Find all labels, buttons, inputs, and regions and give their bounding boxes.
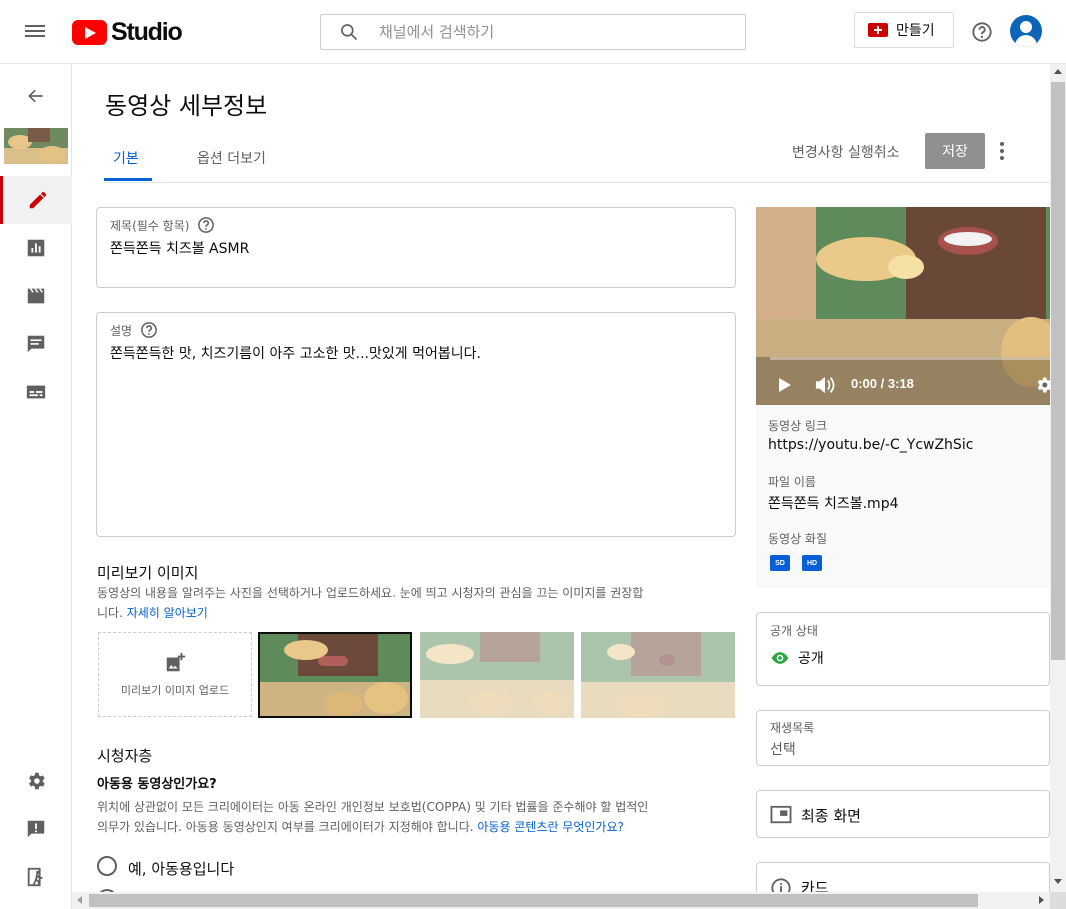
end-screen-icon <box>770 805 792 824</box>
page-title: 동영상 세부정보 <box>105 92 268 120</box>
visibility-selector[interactable]: 공개 상태 공개 <box>756 612 1050 686</box>
title-field[interactable]: 제목(필수 항목) 쫀득쫀득 치즈볼 ASMR <box>96 207 736 288</box>
create-label: 만들기 <box>896 23 935 39</box>
visibility-label: 공개 상태 <box>770 624 818 638</box>
video-time: 0:00 / 3:18 <box>851 376 914 391</box>
sd-badge: SD <box>770 555 790 571</box>
create-button[interactable]: 만들기 <box>854 12 954 48</box>
playlist-label: 재생목록 <box>770 721 815 735</box>
add-photo-icon <box>166 652 186 671</box>
playlist-selector[interactable]: 재생목록 선택 <box>756 710 1050 766</box>
horizontal-scroll-thumb[interactable] <box>89 894 978 907</box>
save-button[interactable]: 저장 <box>925 133 985 169</box>
undo-changes-button[interactable]: 변경사항 실행취소 <box>792 142 900 162</box>
audience-heading: 시청자층 <box>97 747 153 765</box>
tabs-divider <box>104 182 1050 183</box>
thumbnail-option-2[interactable] <box>420 632 574 718</box>
tab-basic[interactable]: 기본 <box>113 148 139 168</box>
comments-icon[interactable] <box>0 320 72 368</box>
title-label-text: 제목(필수 항목) <box>110 218 190 233</box>
video-info-card: 0:00 / 3:18 동영상 링크 https://youtu.be/-C_Y… <box>756 207 1050 588</box>
video-thumbnail[interactable] <box>4 128 68 164</box>
studio-logo[interactable]: Studio <box>72 17 183 46</box>
vertical-scroll-thumb[interactable] <box>1051 82 1065 660</box>
tab-more-options[interactable]: 옵션 더보기 <box>197 148 266 168</box>
description-label-text: 설명 <box>110 323 133 338</box>
radio-made-for-kids-yes[interactable] <box>97 856 117 876</box>
search-icon <box>341 24 358 41</box>
video-link[interactable]: https://youtu.be/-C_YcwZhSic <box>768 437 973 453</box>
video-link-label: 동영상 링크 <box>768 419 828 433</box>
exit-studio-icon[interactable] <box>0 853 72 901</box>
help-icon[interactable] <box>197 216 215 234</box>
scroll-up-arrow-icon[interactable] <box>1054 69 1062 74</box>
cards-button[interactable]: 카드 <box>756 862 1050 892</box>
description-field-label: 설명 <box>110 321 158 339</box>
feedback-icon[interactable] <box>0 805 72 853</box>
filename-value: 쫀득쫀득 치즈볼.mp4 <box>768 496 899 512</box>
thumbnail-upload-button[interactable]: 미리보기 이미지 업로드 <box>98 632 252 717</box>
youtube-play-icon <box>72 19 107 45</box>
logo-text: Studio <box>111 17 183 46</box>
settings-icon[interactable] <box>0 757 72 805</box>
search-input[interactable] <box>379 23 699 41</box>
audience-desc-line1: 위치에 상관없이 모든 크리에이터는 아동 온라인 개인정보 보호법(COPPA… <box>97 800 649 814</box>
radio-yes-label[interactable]: 예, 아동용입니다 <box>128 858 234 879</box>
thumbnail-description: 동영상의 내용을 알려주는 사진을 선택하거나 업로드하세요. 눈에 띄고 시청… <box>97 583 737 623</box>
gear-icon[interactable] <box>1034 375 1050 395</box>
playlist-value: 선택 <box>770 742 796 758</box>
edit-details-icon[interactable] <box>0 176 72 224</box>
left-rail <box>0 64 72 909</box>
description-field[interactable]: 설명 쫀득쫀득한 맛, 치즈기름이 아주 고소한 맛...맛있게 먹어봅니다. <box>96 312 736 537</box>
title-input[interactable]: 쫀득쫀득 치즈볼 ASMR <box>110 238 249 258</box>
more-options-icon[interactable] <box>1000 142 1008 162</box>
menu-icon[interactable] <box>24 21 46 43</box>
kids-content-link[interactable]: 아동용 콘텐츠란 무엇인가요? <box>477 820 623 834</box>
channel-search[interactable] <box>320 14 746 50</box>
thumbnail-option-1[interactable] <box>258 632 412 718</box>
scrollbar-corner <box>1050 892 1066 909</box>
create-video-icon <box>868 23 888 37</box>
help-icon[interactable] <box>140 321 158 339</box>
back-arrow-icon[interactable] <box>0 72 72 120</box>
main-content: 동영상 세부정보 기본 옵션 더보기 변경사항 실행취소 저장 제목(필수 항목… <box>72 64 1050 892</box>
analytics-icon[interactable] <box>0 224 72 272</box>
learn-more-link[interactable]: 자세히 알아보기 <box>127 606 208 620</box>
scroll-right-arrow-icon[interactable] <box>1039 896 1044 904</box>
thumbnail-desc-line1: 동영상의 내용을 알려주는 사진을 선택하거나 업로드하세요. 눈에 띄고 시청… <box>97 586 644 600</box>
description-input[interactable]: 쫀득쫀득한 맛, 치즈기름이 아주 고소한 맛...맛있게 먹어봅니다. <box>110 343 481 363</box>
subtitles-icon[interactable] <box>0 368 72 416</box>
upload-label: 미리보기 이미지 업로드 <box>120 683 230 697</box>
cards-label: 카드 <box>801 879 829 892</box>
visibility-value: 공개 <box>798 651 824 667</box>
thumbnail-desc-line2: 니다. <box>97 606 127 620</box>
video-progress-bar[interactable] <box>770 357 1050 360</box>
play-icon[interactable] <box>778 377 792 393</box>
end-screen-label: 최종 화면 <box>801 807 861 825</box>
horizontal-scrollbar[interactable] <box>72 892 1050 909</box>
scroll-left-arrow-icon[interactable] <box>77 896 82 904</box>
volume-icon[interactable] <box>814 375 836 395</box>
quality-label: 동영상 화질 <box>768 532 828 546</box>
top-bar: Studio 만들기 <box>0 0 1066 64</box>
editor-clapper-icon[interactable] <box>0 272 72 320</box>
thumbnail-heading: 미리보기 이미지 <box>97 564 199 582</box>
help-icon[interactable] <box>971 21 993 43</box>
audience-description: 위치에 상관없이 모든 크리에이터는 아동 온라인 개인정보 보호법(COPPA… <box>97 797 757 837</box>
video-player[interactable]: 0:00 / 3:18 <box>756 207 1050 405</box>
scroll-down-arrow-icon[interactable] <box>1054 879 1062 884</box>
filename-label: 파일 이름 <box>768 475 816 489</box>
vertical-scrollbar[interactable] <box>1050 64 1066 892</box>
title-field-label: 제목(필수 항목) <box>110 216 215 234</box>
hd-badge: HD <box>802 555 822 571</box>
audience-desc-line2: 의무가 있습니다. 아동용 동영상인지 여부를 크리에이터가 지정해야 합니다. <box>97 820 478 834</box>
info-icon <box>771 878 791 892</box>
end-screen-button[interactable]: 최종 화면 <box>756 790 1050 838</box>
active-tab-indicator <box>104 178 152 181</box>
avatar[interactable] <box>1010 15 1042 47</box>
eye-icon <box>771 652 789 664</box>
audience-question: 아동용 동영상인가요? <box>97 777 217 792</box>
thumbnail-option-3[interactable] <box>581 632 735 718</box>
